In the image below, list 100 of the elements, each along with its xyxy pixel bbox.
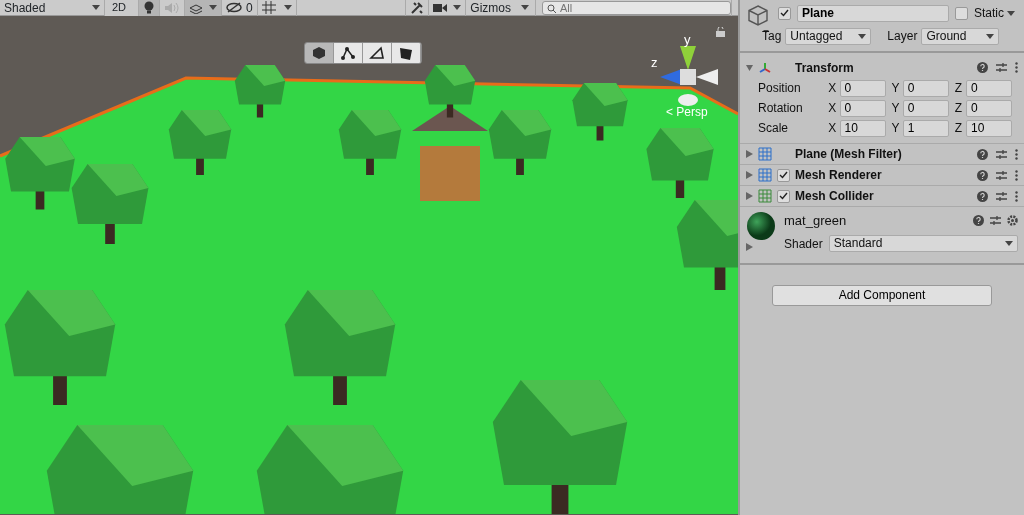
field-label: Tag [762,28,782,45]
expand-arrow-icon[interactable] [746,192,753,200]
axis-label: Z [954,80,964,97]
sliders-icon[interactable] [996,190,1007,202]
sliders-icon[interactable] [990,215,1001,227]
tree-drawing [646,128,714,198]
caret-icon [453,5,462,10]
number-field[interactable]: 0 [966,99,1012,117]
add-component-button[interactable]: Add Component [772,284,992,306]
layer-dropdown[interactable]: Ground [921,27,1000,45]
sliders-icon[interactable] [996,62,1007,73]
number-field[interactable]: 10 [966,119,1012,137]
quad-face-icon [398,46,414,60]
help-icon[interactable] [977,190,988,202]
2d-toggle[interactable]: 2D [105,0,139,16]
triangle-outline-icon [369,46,385,60]
cube-icon [312,46,326,60]
checkbox[interactable] [778,6,791,20]
name-field[interactable]: Plane [797,4,949,22]
more-icon[interactable] [1015,148,1018,160]
sliders-icon[interactable] [996,169,1007,181]
edge-mode-tab[interactable] [363,43,392,63]
caret-icon [521,5,529,10]
checkbox[interactable] [777,189,790,203]
vertex-mode-tab[interactable] [334,43,363,63]
axis-label: X [828,100,838,117]
caret-icon [858,33,867,39]
axes-icon [758,61,772,74]
field-label: Position [758,80,802,97]
number-field[interactable]: 0 [839,99,886,117]
settings-icon[interactable] [1007,215,1018,227]
static-dropdown[interactable]: Static [974,4,1015,22]
caret-icon [209,5,217,10]
caret-icon [92,5,100,10]
component-title: Mesh Collider [795,188,874,205]
sliders-icon[interactable] [996,148,1007,160]
vertices-icon [340,46,356,60]
material-name: mat_green [784,212,847,230]
tree-drawing [424,65,476,118]
eye-slash-icon [226,2,242,13]
tree-drawing [488,110,552,175]
lock-icon[interactable] [716,27,725,37]
more-icon[interactable] [1015,169,1018,181]
help-icon[interactable] [977,62,988,73]
caret-icon [1005,241,1013,246]
axis-label: Z [954,120,964,137]
search-field[interactable]: All [542,0,731,15]
axis-label: Y [891,120,901,137]
mesh-icon [758,168,772,182]
light-bulb-icon [143,1,155,14]
checkbox[interactable] [777,168,790,182]
tree-drawing [168,110,232,175]
number-field[interactable]: 10 [839,119,886,137]
caret-icon [283,5,292,10]
caret-icon [1007,10,1015,16]
hidden-objects-toggle[interactable]: 0 [222,0,258,16]
mesh-icon [758,189,772,203]
collapse-arrow-icon[interactable] [746,64,753,71]
number-field[interactable]: 1 [902,119,949,137]
axis-label: X [828,120,838,137]
field-label: Shader [784,235,823,253]
expand-arrow-icon[interactable] [746,171,753,179]
help-icon[interactable] [977,148,988,160]
shader-dropdown[interactable]: Standard [828,235,1018,252]
lighting-toggle[interactable] [139,0,160,16]
axis-label: y [684,33,691,47]
tag-dropdown[interactable]: Untagged [785,27,872,45]
tree-drawing [572,83,628,141]
component-title: Plane (Mesh Filter) [795,146,902,163]
axis-label: Y [891,80,901,97]
number-field[interactable]: 0 [902,79,949,97]
number-field[interactable]: 0 [966,79,1012,97]
field-label: Rotation [758,100,804,117]
more-icon[interactable] [1015,62,1018,73]
number-field[interactable]: 0 [839,79,886,97]
speaker-icon [164,1,180,14]
tree-drawing [234,65,286,118]
tree-drawing [338,110,402,175]
number-field[interactable]: 0 [902,99,949,117]
expand-arrow-icon[interactable] [746,150,753,158]
field-label: Layer [887,28,918,45]
help-icon[interactable] [973,215,984,227]
object-mode-tab[interactable] [305,43,334,63]
checkbox[interactable] [955,6,968,20]
axis-label: X [828,80,838,97]
gizmos-dropdown[interactable]: Gizmos [466,0,536,16]
axis-label: Z [954,100,964,117]
effects-dropdown[interactable] [185,0,222,16]
component-title: Transform [795,59,854,77]
help-icon[interactable] [977,169,988,181]
axis-label: z [651,56,658,70]
axis-label: Y [891,100,901,117]
more-icon[interactable] [1015,190,1018,202]
mesh-icon [758,147,772,161]
audio-toggle[interactable] [160,0,185,16]
expand-arrow-icon[interactable] [746,243,753,251]
material-preview-sphere [746,211,776,241]
grid-icon [261,1,276,14]
face-mode-tab[interactable] [392,43,421,63]
caret-icon [986,33,995,39]
